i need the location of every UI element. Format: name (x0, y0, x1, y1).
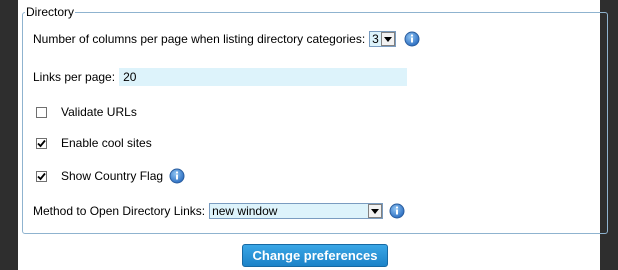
enable-cool-sites-label: Enable cool sites (61, 136, 152, 150)
show-country-flag-checkbox[interactable] (36, 170, 47, 182)
chevron-down-icon[interactable] (368, 204, 383, 218)
change-preferences-button[interactable]: Change preferences (242, 244, 388, 267)
checkmark-icon (37, 172, 46, 180)
links-per-page-input[interactable]: 20 (119, 68, 408, 86)
validate-urls-checkbox[interactable] (36, 106, 47, 118)
validate-urls-label: Validate URLs (61, 105, 137, 119)
enable-cool-sites-row: Enable cool sites (36, 136, 152, 150)
info-icon[interactable] (169, 168, 185, 184)
columns-select-value: 3 (372, 32, 379, 46)
columns-select[interactable]: 3 (369, 31, 396, 47)
open-method-label: Method to Open Directory Links: (33, 204, 206, 218)
checkmark-icon (37, 139, 46, 147)
links-per-page-row: Links per page: 20 (33, 68, 408, 86)
fieldset-legend: Directory (26, 5, 75, 19)
links-per-page-label: Links per page: (33, 70, 116, 84)
columns-label: Number of columns per page when listing … (33, 32, 366, 46)
validate-urls-row: Validate URLs (36, 105, 137, 119)
columns-row: Number of columns per page when listing … (33, 31, 420, 47)
open-method-row: Method to Open Directory Links: new wind… (33, 203, 405, 219)
show-country-flag-label: Show Country Flag (61, 169, 164, 183)
open-method-select[interactable]: new window (209, 203, 384, 219)
open-method-select-value: new window (212, 204, 278, 218)
directory-fieldset: Directory Number of columns per page whe… (22, 6, 608, 234)
chevron-down-icon[interactable] (380, 32, 395, 46)
info-icon[interactable] (389, 203, 405, 219)
preferences-panel: Directory Number of columns per page whe… (18, 0, 608, 270)
enable-cool-sites-checkbox[interactable] (36, 137, 47, 149)
info-icon[interactable] (404, 31, 420, 47)
show-country-flag-row: Show Country Flag (36, 168, 185, 184)
